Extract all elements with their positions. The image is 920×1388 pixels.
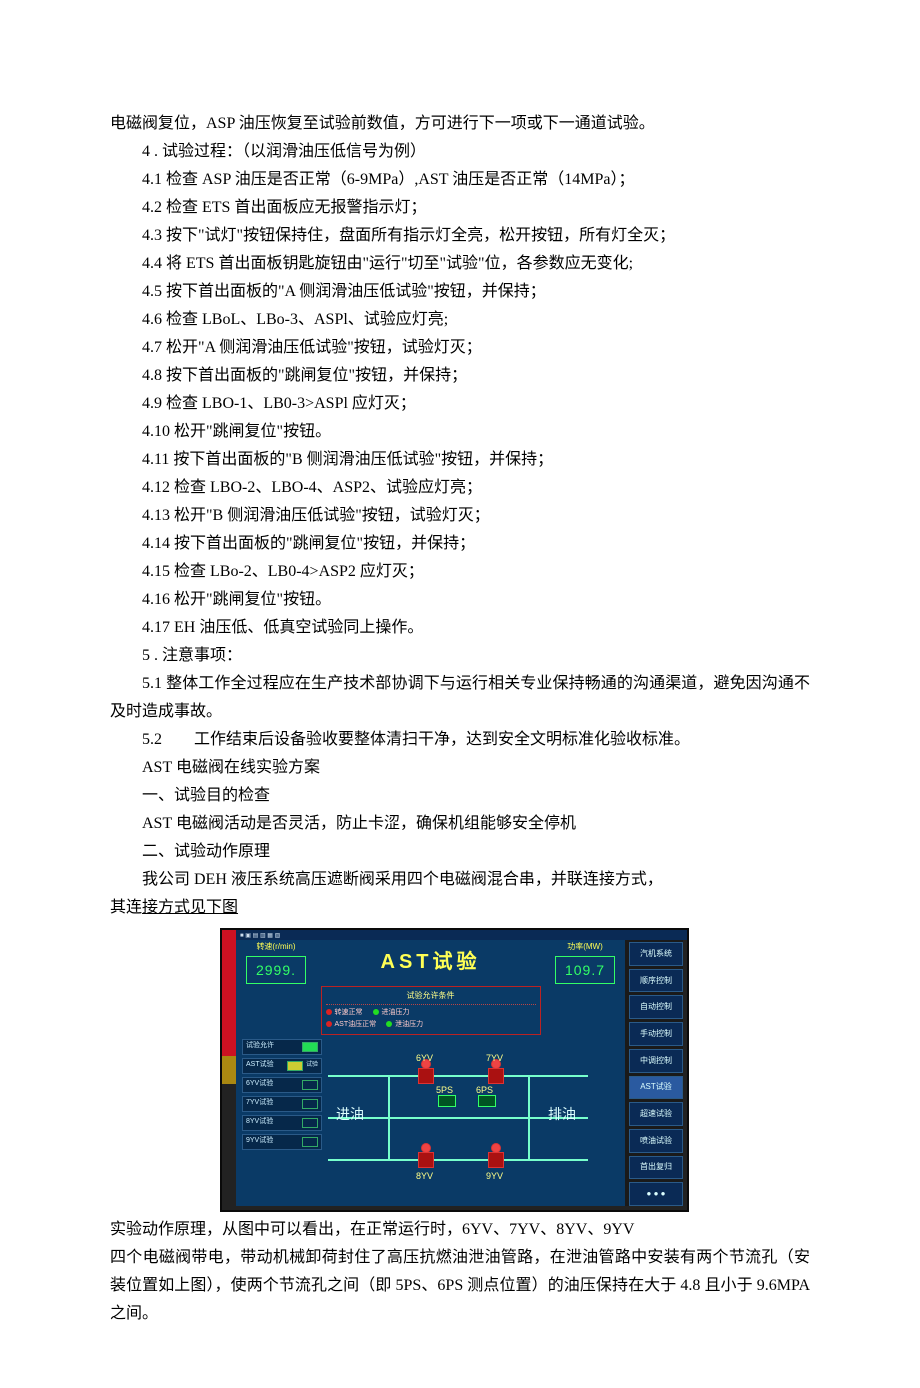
para-5-1: 5.1 整体工作全过程应在生产技术部协调下与运行相关专业保持畅通的沟通渠道，避免…	[110, 670, 810, 726]
para-sec1: 一、试验目的检查	[110, 782, 810, 810]
para-sec1-body: AST 电磁阀活动是否灵活，防止卡涩，确保机组能够安全停机	[110, 810, 810, 838]
para-4-1: 4.1 检查 ASP 油压是否正常（6-9MPa）,AST 油压是否正常（14M…	[110, 166, 810, 194]
status-dot-icon	[386, 1021, 392, 1027]
label-8yv: 8YV	[416, 1169, 433, 1185]
hmi-right-button[interactable]: 自动控制	[629, 995, 683, 1019]
indicator-icon	[302, 1137, 318, 1147]
document-page: 电磁阀复位，ASP 油压恢复至试验前数值，方可进行下一项或下一通道试验。 4 .…	[0, 0, 920, 1388]
label-in-oil: 进油	[336, 1102, 364, 1127]
hmi-speed-metric: 转速(r/min) 2999.	[246, 940, 306, 985]
hmi-cond-a2: AST油压正常	[326, 1019, 377, 1031]
hmi-cond-a1: 转速正常	[326, 1007, 363, 1019]
para-after1: 实验动作原理，从图中可以看出，在正常运行时，6YV、7YV、8YV、9YV	[110, 1216, 810, 1244]
indicator-icon	[287, 1061, 303, 1071]
hmi-left-item[interactable]: 6YV试验	[242, 1077, 322, 1093]
text-fragment: 其连	[110, 899, 142, 916]
embedded-hmi-screenshot: ■ ▣ ▤ ▥ ▦ ▧ 转速(r/min) 2999. AST试验 功率(MW)…	[220, 928, 810, 1212]
para-4-10: 4.10 松开"跳闸复位"按钮。	[110, 418, 810, 446]
para-4-15: 4.15 检查 LBo-2、LB0-4>ASP2 应灯灭；	[110, 558, 810, 586]
hmi-speed-label: 转速(r/min)	[256, 940, 295, 954]
hmi-power-value: 109.7	[555, 956, 615, 985]
hmi-power-label: 功率(MW)	[567, 940, 603, 954]
hmi-right-button[interactable]: 超速试验	[629, 1102, 683, 1126]
para-sec2: 二、试验动作原理	[110, 838, 810, 866]
status-dot-icon	[326, 1009, 332, 1015]
status-dot-icon	[326, 1021, 332, 1027]
indicator-icon	[302, 1099, 318, 1109]
label-6yv: 6YV	[416, 1051, 433, 1067]
pipe-icon	[328, 1075, 588, 1077]
hmi-header: 转速(r/min) 2999. AST试验 功率(MW) 109.7	[236, 940, 625, 984]
indicator-icon	[302, 1080, 318, 1090]
para-4-2: 4.2 检查 ETS 首出面板应无报警指示灯；	[110, 194, 810, 222]
para-after2: 四个电磁阀带电，带动机械卸荷封住了高压抗燃油泄油管路，在泄油管路中安装有两个节流…	[110, 1244, 810, 1328]
label-out-oil: 排油	[548, 1102, 576, 1127]
hmi-main-title: AST试验	[381, 945, 481, 980]
para-4-5: 4.5 按下首出面板的"A 侧润滑油压低试验"按钮，并保持；	[110, 278, 810, 306]
hmi-left-item[interactable]: 9YV试验	[242, 1134, 322, 1150]
para-4-13: 4.13 松开"B 侧润滑油压低试验"按钮，试验灯灭；	[110, 502, 810, 530]
valve-8yv-icon	[418, 1152, 434, 1168]
hmi-left-item[interactable]: 试验允许	[242, 1039, 322, 1055]
hmi-body: 试验允许 AST试验试验 6YV试验 7YV试验 8YV试验 9YV试验	[236, 1039, 625, 1187]
hmi-speed-value: 2999.	[246, 956, 306, 985]
para-4-3: 4.3 按下"试灯"按钮保持住，盘面所有指示灯全亮，松开按钮，所有灯全灭；	[110, 222, 810, 250]
valve-7yv-icon	[488, 1068, 504, 1084]
para-4-8: 4.8 按下首出面板的"跳闸复位"按钮，并保持；	[110, 362, 810, 390]
hmi-right-button[interactable]: 首出复归	[629, 1156, 683, 1180]
para-ast-title: AST 电磁阀在线实验方案	[110, 754, 810, 782]
hmi-right-button[interactable]: AST试验	[629, 1076, 683, 1100]
hmi-cond-b1: 进油压力	[373, 1007, 410, 1019]
para-5-2: 5.2 工作结束后设备验收要整体清扫干净，达到安全文明标准化验收标准。	[110, 726, 810, 754]
indicator-icon	[302, 1118, 318, 1128]
text-underlined: 接方式见下图	[142, 899, 238, 916]
para-intro: 电磁阀复位，ASP 油压恢复至试验前数值，方可进行下一项或下一通道试验。	[110, 110, 810, 138]
hmi-condition-box: 试验允许条件 转速正常 进油压力 AST油压正常 泄油压力	[321, 986, 541, 1035]
hmi-titlebar: ■ ▣ ▤ ▥ ▦ ▧	[236, 930, 687, 940]
hmi-left-item[interactable]: 7YV试验	[242, 1096, 322, 1112]
hmi-right-button[interactable]: 喷油试验	[629, 1129, 683, 1153]
para-4-7: 4.7 松开"A 侧润滑油压低试验"按钮，试验灯灭；	[110, 334, 810, 362]
para-4-6: 4.6 检查 LBoL、LBo-3、ASPl、试验应灯亮;	[110, 306, 810, 334]
pipe-icon	[388, 1075, 390, 1159]
para-4-11: 4.11 按下首出面板的"B 侧润滑油压低试验"按钮，并保持；	[110, 446, 810, 474]
para-sec2-body1: 我公司 DEH 液压系统高压遮断阀采用四个电磁阀混合串，并联连接方式，	[110, 866, 810, 894]
pipe-icon	[528, 1075, 530, 1159]
para-4-9: 4.9 检查 LBO-1、LB0-3>ASPl 应灯灭；	[110, 390, 810, 418]
valve-6yv-icon	[418, 1068, 434, 1084]
pipe-icon	[328, 1159, 588, 1161]
para-4-4: 4.4 将 ETS 首出面板钥匙旋钮由"运行"切至"试验"位，各参数应无变化;	[110, 250, 810, 278]
hmi-right-button[interactable]: ● ● ●	[629, 1182, 683, 1206]
para-5: 5 . 注意事项：	[110, 642, 810, 670]
hmi-diagram: 6YV 7YV 8YV 9YV 5PS 6PS 进油	[328, 1047, 619, 1187]
hmi-cond-b2: 泄油压力	[386, 1019, 423, 1031]
hmi-power-metric: 功率(MW) 109.7	[555, 940, 615, 985]
label-6ps: 6PS	[476, 1083, 493, 1099]
status-dot-icon	[373, 1009, 379, 1015]
indicator-icon	[302, 1042, 318, 1052]
hmi-monitor: ■ ▣ ▤ ▥ ▦ ▧ 转速(r/min) 2999. AST试验 功率(MW)…	[220, 928, 689, 1212]
valve-9yv-icon	[488, 1152, 504, 1168]
hmi-right-button[interactable]: 汽机系统	[629, 942, 683, 966]
para-4: 4 . 试验过程：（以润滑油压低信号为例）	[110, 138, 810, 166]
hmi-right-button[interactable]: 中调控制	[629, 1049, 683, 1073]
hmi-left-stripe	[222, 930, 236, 1210]
label-9yv: 9YV	[486, 1169, 503, 1185]
hmi-screen: 转速(r/min) 2999. AST试验 功率(MW) 109.7 试验允许条…	[236, 940, 625, 1206]
hmi-condition-title: 试验允许条件	[326, 989, 536, 1005]
label-7yv: 7YV	[486, 1051, 503, 1067]
para-4-12: 4.12 检查 LBO-2、LBO-4、ASP2、试验应灯亮；	[110, 474, 810, 502]
hmi-right-column: 汽机系统 顺序控制 自动控制 手动控制 中调控制 AST试验 超速试验 喷油试验…	[629, 942, 683, 1206]
hmi-right-button[interactable]: 手动控制	[629, 1022, 683, 1046]
para-4-16: 4.16 松开"跳闸复位"按钮。	[110, 586, 810, 614]
para-4-17: 4.17 EH 油压低、低真空试验同上操作。	[110, 614, 810, 642]
hmi-left-list: 试验允许 AST试验试验 6YV试验 7YV试验 8YV试验 9YV试验	[242, 1039, 322, 1187]
hmi-left-item[interactable]: 8YV试验	[242, 1115, 322, 1131]
hmi-right-button[interactable]: 顺序控制	[629, 969, 683, 993]
hmi-left-item[interactable]: AST试验试验	[242, 1058, 322, 1074]
para-4-14: 4.14 按下首出面板的"跳闸复位"按钮，并保持；	[110, 530, 810, 558]
para-sec2-body2: 其连接方式见下图	[110, 894, 810, 922]
label-5ps: 5PS	[436, 1083, 453, 1099]
